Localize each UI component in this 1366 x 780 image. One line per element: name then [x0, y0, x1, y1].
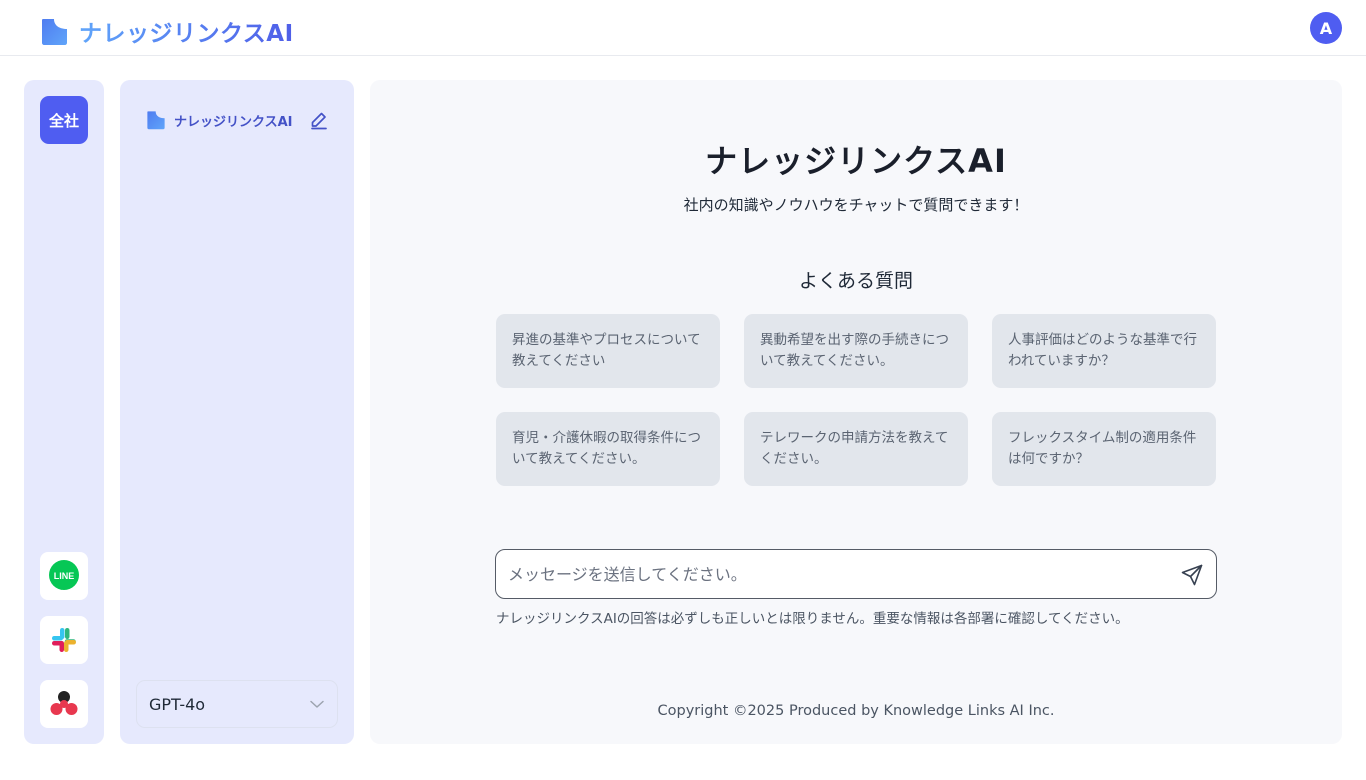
panel-header[interactable]: ナレッジリンクスAI	[146, 110, 293, 130]
faq-card[interactable]: テレワークの申請方法を教えてください。	[744, 412, 968, 486]
slack-icon	[52, 628, 76, 652]
faq-card[interactable]: 昇進の基準やプロセスについて教えてください	[496, 314, 720, 388]
page-title: ナレッジリンクスAI	[705, 142, 1007, 180]
disclaimer-text: ナレッジリンクスAIの回答は必ずしも正しいとは限りません。重要な情報は各部署に確…	[496, 611, 1129, 627]
line-app-button[interactable]: LINE	[40, 552, 88, 600]
faq-card[interactable]: フレックスタイム制の適用条件は何ですか？	[992, 412, 1216, 486]
message-input[interactable]	[508, 550, 1158, 598]
slack-app-button[interactable]	[40, 616, 88, 664]
panel-logo-icon	[147, 111, 165, 130]
chat-main: ナレッジリンクスAI 社内の知識やノウハウをチャットで質問できます！ よくある質…	[370, 80, 1342, 744]
brand[interactable]: ナレッジリンクスAI	[40, 14, 294, 48]
message-composer	[495, 549, 1217, 599]
brand-name: ナレッジリンクスAI	[79, 14, 294, 48]
brand-logo-icon	[42, 18, 67, 45]
faq-card[interactable]: 人事評価はどのような基準で行われていますか？	[992, 314, 1216, 388]
conversation-panel: ナレッジリンクスAI GPT-4o	[120, 80, 354, 744]
model-select-value: GPT-4o	[149, 694, 206, 714]
faq-card[interactable]: 育児・介護休暇の取得条件について教えてください。	[496, 412, 720, 486]
send-icon[interactable]	[1180, 563, 1204, 587]
model-select[interactable]: GPT-4o	[136, 680, 338, 728]
top-bar: ナレッジリンクスAI A	[0, 0, 1366, 56]
chevron-down-icon	[310, 700, 324, 708]
line-icon-label: LINE	[54, 571, 75, 581]
faq-heading: よくある質問	[798, 270, 913, 292]
asana-icon	[50, 691, 78, 715]
page-subtitle: 社内の知識やノウハウをチャットで質問できます！	[683, 196, 1029, 214]
copyright-text: Copyright ©2025 Produced by Knowledge Li…	[657, 703, 1055, 719]
workspace-rail: 全社 LINE	[24, 80, 104, 744]
panel-title: ナレッジリンクスAI	[174, 114, 293, 130]
faq-card[interactable]: 異動希望を出す際の手続きについて教えてください。	[744, 314, 968, 388]
new-chat-edit-icon[interactable]	[309, 110, 329, 130]
asana-app-button[interactable]	[40, 680, 88, 728]
user-avatar[interactable]: A	[1310, 12, 1342, 44]
workspace-company-button[interactable]: 全社	[40, 96, 88, 144]
line-icon: LINE	[49, 560, 79, 590]
